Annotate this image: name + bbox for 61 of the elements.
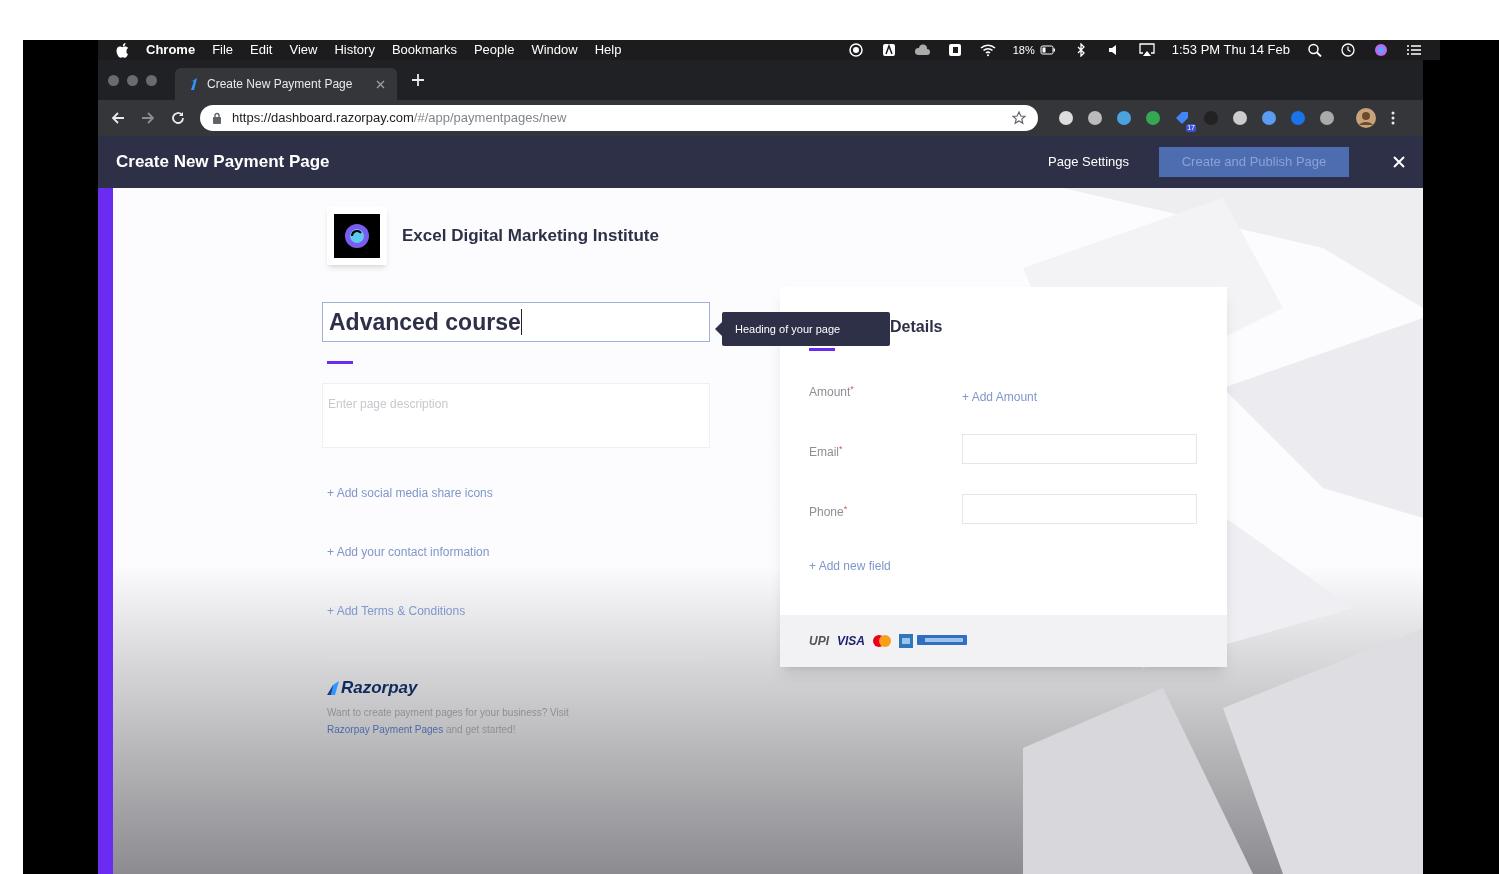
wifi-icon[interactable] — [979, 43, 996, 57]
back-arrow-icon[interactable] — [110, 110, 126, 126]
window-control-icon[interactable] — [127, 74, 138, 86]
color-circle-icon[interactable] — [1373, 43, 1389, 57]
extension-icon[interactable] — [1145, 110, 1161, 126]
browser-tab[interactable]: Create New Payment Page — [175, 68, 397, 100]
address-bar[interactable]: https://dashboard.razorpay.com/#/app/paymentpages/new — [200, 105, 1038, 131]
lock-icon — [212, 112, 222, 124]
forward-arrow-icon[interactable] — [140, 110, 156, 126]
url-text: https://dashboard.razorpay.com/#/app/paymentpages/new — [232, 109, 568, 128]
menu-item[interactable]: View — [289, 40, 318, 60]
text-field[interactable] — [962, 494, 1197, 524]
extension-icon[interactable] — [1290, 110, 1306, 126]
menu-item[interactable]: People — [473, 40, 515, 60]
window-control-icon[interactable] — [108, 74, 119, 86]
reload-icon[interactable] — [170, 110, 186, 126]
razorpay-logo: Razorpay — [327, 675, 710, 701]
field-label: Amount* — [809, 383, 855, 401]
menu-item[interactable]: Edit — [250, 40, 273, 60]
page-settings-link[interactable]: Page Settings — [1048, 152, 1129, 172]
clock-icon[interactable] — [1340, 43, 1356, 57]
card-heading: Details — [890, 317, 943, 337]
more-menu-icon[interactable] — [1391, 111, 1395, 125]
app-menu[interactable]: Chrome — [146, 40, 196, 60]
list-icon[interactable] — [1406, 43, 1422, 57]
page-title: Create New Payment Page — [116, 151, 331, 174]
menu-item[interactable]: File — [212, 40, 234, 60]
title-field[interactable]: Advanced course — [322, 302, 710, 342]
battery-icon[interactable] — [1039, 43, 1056, 57]
tooltip-pointer-icon — [715, 322, 722, 336]
menu-item[interactable]: Bookmarks — [391, 40, 457, 60]
payment-logo: VISA — [837, 633, 866, 650]
field-label: Email* — [809, 443, 844, 461]
airplay-icon[interactable] — [1138, 43, 1155, 57]
cloud-icon[interactable] — [913, 43, 930, 57]
business-name: Excel Digital Marketing Institute — [402, 225, 659, 248]
extension-icon[interactable] — [1087, 110, 1103, 126]
square-icon[interactable] — [946, 43, 963, 57]
record-icon[interactable] — [847, 43, 864, 57]
menu-item[interactable]: Help — [594, 40, 622, 60]
tab-title: Create New Payment Page — [207, 76, 354, 93]
card-circles-icon — [873, 635, 892, 647]
new-tab-icon[interactable] — [411, 73, 425, 87]
apple-icon[interactable] — [116, 42, 129, 58]
text-field[interactable] — [962, 434, 1197, 464]
field-label: Phone* — [809, 503, 849, 521]
payment-logo: UPI — [809, 633, 829, 650]
menu-item[interactable]: Window — [531, 40, 578, 60]
battery-percent: 18% — [1012, 42, 1035, 58]
window-control-icon[interactable] — [146, 74, 157, 86]
tag-icon[interactable] — [1174, 110, 1190, 126]
profile-avatar-icon[interactable] — [1355, 107, 1377, 129]
menu-item[interactable]: History — [334, 40, 375, 60]
menubar-clock: 1:53 PM Thu 14 Feb — [1171, 41, 1290, 60]
star-icon[interactable] — [1012, 111, 1026, 125]
razorpay-mark-icon — [327, 680, 339, 695]
bank-logo-icon — [917, 635, 968, 647]
amex-card-icon — [899, 634, 914, 648]
search-icon[interactable] — [1307, 43, 1323, 57]
swirl-logo-icon — [334, 214, 380, 258]
a-square-icon[interactable] — [880, 43, 897, 57]
